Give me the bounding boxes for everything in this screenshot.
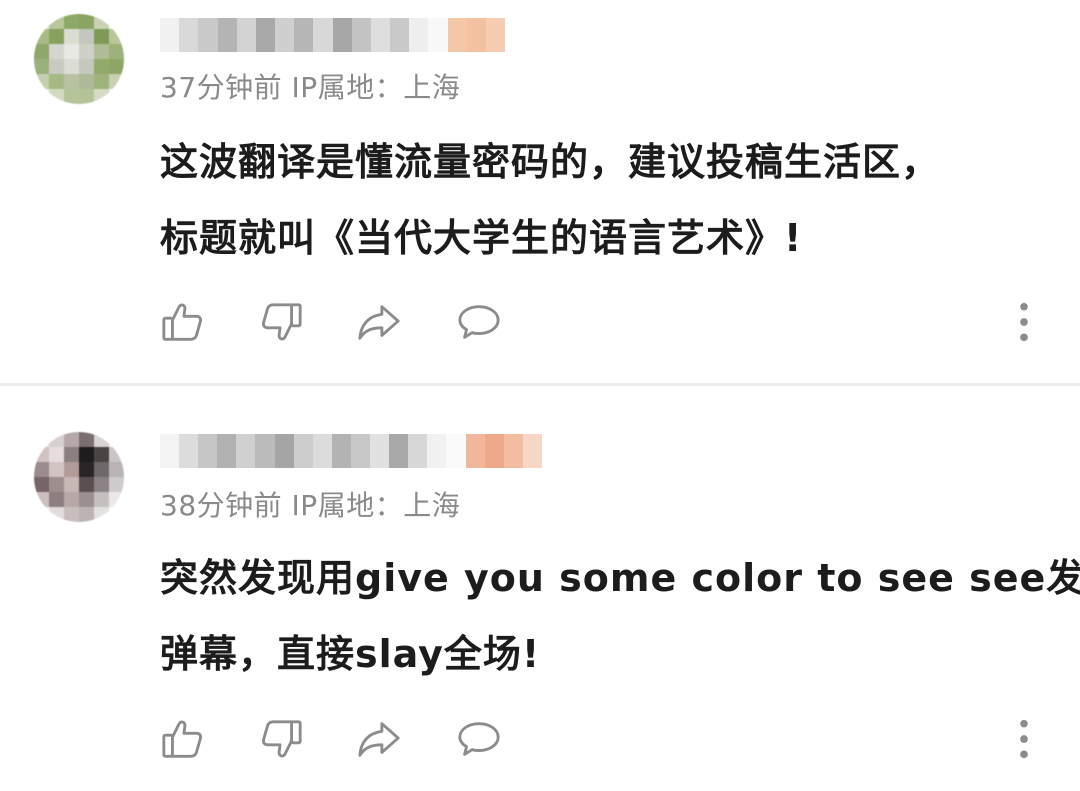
avatar[interactable] bbox=[34, 14, 124, 104]
ip-location: IP属地：上海 bbox=[291, 489, 461, 522]
comment-meta: 37分钟前 IP属地：上海 bbox=[160, 66, 460, 106]
comment-actions bbox=[158, 297, 1048, 347]
avatar[interactable] bbox=[34, 432, 124, 522]
share-icon bbox=[358, 305, 400, 340]
comment-text-line: 突然发现用give you some color to see see发 bbox=[160, 556, 1080, 600]
comment-text: 这波翻译是懂流量密码的，建议投稿生活区， 标题就叫《当代大学生的语言艺术》! bbox=[160, 124, 1040, 276]
ip-location: IP属地：上海 bbox=[291, 71, 461, 104]
comment-meta: 38分钟前 IP属地：上海 bbox=[160, 484, 460, 524]
comment-actions bbox=[158, 714, 1048, 764]
comment-icon bbox=[458, 722, 500, 756]
dislike-button[interactable] bbox=[256, 297, 306, 347]
comment-item: 38分钟前 IP属地：上海 突然发现用give you some color t… bbox=[0, 386, 1080, 791]
thumbs-up-icon bbox=[162, 720, 203, 758]
more-vertical-icon bbox=[1020, 302, 1028, 342]
share-button[interactable] bbox=[354, 297, 404, 347]
like-button[interactable] bbox=[158, 297, 208, 347]
comment-time: 38分钟前 bbox=[160, 489, 283, 522]
share-icon bbox=[358, 722, 400, 757]
comment-text-line: 这波翻译是懂流量密码的，建议投稿生活区， bbox=[160, 140, 941, 184]
dislike-button[interactable] bbox=[256, 714, 306, 764]
thumbs-up-icon bbox=[162, 303, 203, 341]
comment-time: 37分钟前 bbox=[160, 71, 283, 104]
comment-item: 37分钟前 IP属地：上海 这波翻译是懂流量密码的，建议投稿生活区， 标题就叫《… bbox=[0, 0, 1080, 384]
comment-icon bbox=[458, 305, 500, 339]
thumbs-down-icon bbox=[261, 720, 302, 758]
reply-button[interactable] bbox=[454, 714, 504, 764]
thumbs-down-icon bbox=[261, 303, 302, 341]
share-button[interactable] bbox=[354, 714, 404, 764]
comment-text-line: 弹幕，直接slay全场! bbox=[160, 632, 541, 676]
more-vertical-icon bbox=[1020, 719, 1028, 759]
comment-text: 突然发现用give you some color to see see发 弹幕，… bbox=[160, 540, 1080, 692]
more-options-button[interactable] bbox=[1006, 297, 1042, 347]
username-redacted[interactable] bbox=[160, 434, 542, 468]
like-button[interactable] bbox=[158, 714, 208, 764]
more-options-button[interactable] bbox=[1006, 714, 1042, 764]
comment-text-line: 标题就叫《当代大学生的语言艺术》! bbox=[160, 216, 803, 260]
reply-button[interactable] bbox=[454, 297, 504, 347]
username-redacted[interactable] bbox=[160, 18, 505, 52]
